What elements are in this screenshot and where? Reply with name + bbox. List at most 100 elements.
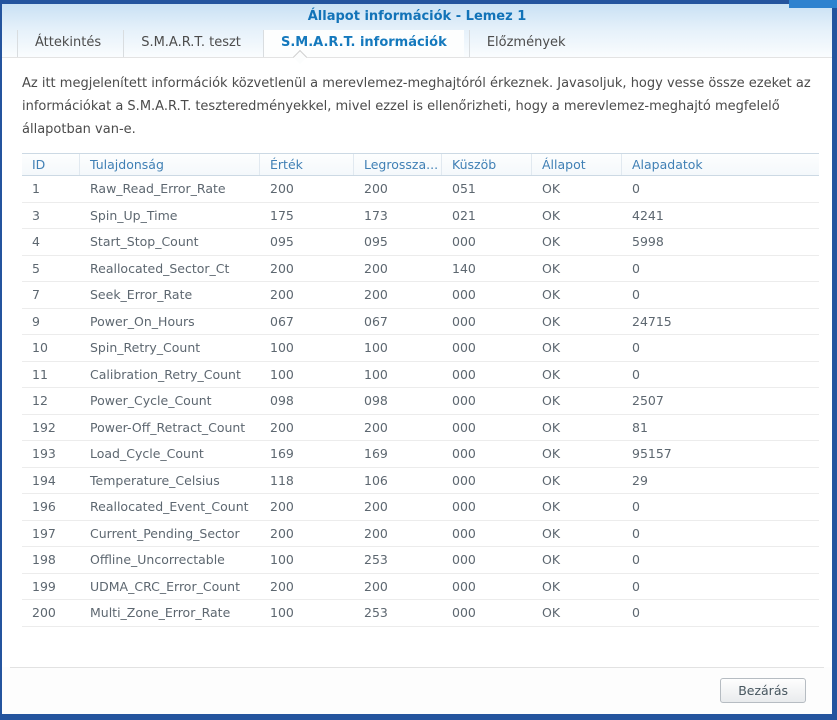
column-header-status[interactable]: Állapot xyxy=(532,154,622,175)
cell-threshold: 000 xyxy=(452,499,476,514)
cell-threshold: 000 xyxy=(452,605,476,620)
cell-attribute: Temperature_Celsius xyxy=(90,472,220,488)
cell-value: 100 xyxy=(270,366,294,382)
corner-accent xyxy=(789,0,837,8)
tab-smart-info[interactable]: S.M.A.R.T. információk xyxy=(262,30,464,57)
tab-smart-test[interactable]: S.M.A.R.T. teszt xyxy=(123,30,258,57)
cell-value: 200 xyxy=(270,287,294,302)
cell-attribute: Load_Cycle_Count xyxy=(90,446,204,461)
cell-status: OK xyxy=(542,260,561,276)
cell-status: OK xyxy=(542,207,561,223)
cell-status: OK xyxy=(542,234,561,249)
column-header-value[interactable]: Érték xyxy=(260,154,354,175)
cell-worst: 169 xyxy=(364,446,388,461)
cell-value: 200 xyxy=(270,181,294,196)
cell-attribute: Offline_Uncorrectable xyxy=(90,552,225,567)
cell-threshold: 000 xyxy=(452,578,476,594)
dialog-header: Állapot információk - Lemez 1 Áttekintés… xyxy=(2,4,832,65)
cell-status: OK xyxy=(542,313,561,329)
cell-worst: 173 xyxy=(364,207,388,223)
cell-id: 3 xyxy=(32,207,40,223)
cell-status: OK xyxy=(542,393,561,408)
cell-value: 100 xyxy=(270,605,294,620)
table-row[interactable]: 5 Reallocated_Sector_Ct 200 200 140 OK 0 xyxy=(22,255,819,282)
table-row[interactable]: 193 Load_Cycle_Count 169 169 000 OK 9515… xyxy=(22,441,819,468)
table-row[interactable]: 194 Temperature_Celsius 118 106 000 OK 2… xyxy=(22,467,819,494)
cell-id: 192 xyxy=(32,419,56,435)
table-row[interactable]: 10 Spin_Retry_Count 100 100 000 OK 0 xyxy=(22,335,819,362)
cell-attribute: Power-Off_Retract_Count xyxy=(90,419,246,435)
cell-worst: 200 xyxy=(364,260,388,276)
cell-value: 118 xyxy=(270,472,294,488)
cell-attribute: Multi_Zone_Error_Rate xyxy=(90,605,231,620)
table-row[interactable]: 199 UDMA_CRC_Error_Count 200 200 000 OK … xyxy=(22,573,819,600)
column-header-attribute[interactable]: Tulajdonság xyxy=(80,154,260,175)
dialog-titlebar: Állapot információk - Lemez 1 xyxy=(2,4,832,30)
cell-rawdata: 81 xyxy=(632,419,648,435)
column-header-worst[interactable]: Legrossza... xyxy=(354,154,442,175)
cell-rawdata: 95157 xyxy=(632,446,672,461)
table-row[interactable]: 197 Current_Pending_Sector 200 200 000 O… xyxy=(22,520,819,547)
dialog-footer: Bezárás xyxy=(2,667,832,714)
table-row[interactable]: 3 Spin_Up_Time 175 173 021 OK 4241 xyxy=(22,202,819,229)
cell-worst: 253 xyxy=(364,552,388,567)
cell-id: 193 xyxy=(32,446,56,461)
cell-id: 5 xyxy=(32,260,40,276)
cell-worst: 095 xyxy=(364,234,388,249)
cell-attribute: Calibration_Retry_Count xyxy=(90,366,241,382)
cell-value: 098 xyxy=(270,393,294,408)
column-header-id[interactable]: ID xyxy=(22,154,80,175)
cell-worst: 200 xyxy=(364,181,388,196)
table-row[interactable]: 7 Seek_Error_Rate 200 200 000 OK 0 xyxy=(22,282,819,309)
close-button[interactable]: Bezárás xyxy=(720,678,806,703)
column-header-rawdata[interactable]: Alapadatok xyxy=(622,154,819,175)
cell-attribute: UDMA_CRC_Error_Count xyxy=(90,578,240,594)
table-row[interactable]: 4 Start_Stop_Count 095 095 000 OK 5998 xyxy=(22,229,819,256)
table-row[interactable]: 196 Reallocated_Event_Count 200 200 000 … xyxy=(22,494,819,521)
cell-threshold: 000 xyxy=(452,340,476,355)
table-row[interactable]: 12 Power_Cycle_Count 098 098 000 OK 2507 xyxy=(22,388,819,415)
cell-id: 197 xyxy=(32,525,56,541)
cell-worst: 098 xyxy=(364,393,388,408)
tab-history[interactable]: Előzmények xyxy=(468,30,583,57)
cell-status: OK xyxy=(542,472,561,488)
table-row[interactable]: 200 Multi_Zone_Error_Rate 100 253 000 OK… xyxy=(22,600,819,627)
cell-rawdata: 0 xyxy=(632,499,640,514)
cell-rawdata: 0 xyxy=(632,260,640,276)
cell-value: 100 xyxy=(270,340,294,355)
cell-rawdata: 0 xyxy=(632,605,640,620)
cell-worst: 067 xyxy=(364,313,388,329)
table-row[interactable]: 9 Power_On_Hours 067 067 000 OK 24715 xyxy=(22,308,819,335)
cell-value: 200 xyxy=(270,419,294,435)
cell-status: OK xyxy=(542,366,561,382)
cell-attribute: Spin_Up_Time xyxy=(90,207,178,223)
cell-rawdata: 24715 xyxy=(632,313,672,329)
cell-worst: 200 xyxy=(364,287,388,302)
smart-info-description: Az itt megjelenített információk közvetl… xyxy=(22,76,811,137)
cell-worst: 253 xyxy=(364,605,388,620)
table-row[interactable]: 198 Offline_Uncorrectable 100 253 000 OK… xyxy=(22,547,819,574)
cell-value: 169 xyxy=(270,446,294,461)
tab-overview[interactable]: Áttekintés xyxy=(17,30,118,57)
cell-threshold: 000 xyxy=(452,525,476,541)
cell-value: 095 xyxy=(270,234,294,249)
cell-threshold: 140 xyxy=(452,260,476,276)
column-header-threshold[interactable]: Küszöb xyxy=(442,154,532,175)
cell-attribute: Start_Stop_Count xyxy=(90,234,199,249)
table-row[interactable]: 192 Power-Off_Retract_Count 200 200 000 … xyxy=(22,414,819,441)
table-row[interactable]: 1 Raw_Read_Error_Rate 200 200 051 OK 0 xyxy=(22,176,819,203)
cell-rawdata: 5998 xyxy=(632,234,664,249)
table-row[interactable]: 11 Calibration_Retry_Count 100 100 000 O… xyxy=(22,361,819,388)
cell-threshold: 000 xyxy=(452,313,476,329)
cell-attribute: Power_On_Hours xyxy=(90,313,195,329)
cell-id: 10 xyxy=(32,340,48,355)
cell-value: 175 xyxy=(270,207,294,223)
cell-status: OK xyxy=(542,446,561,461)
cell-attribute: Raw_Read_Error_Rate xyxy=(90,181,226,196)
cell-threshold: 000 xyxy=(452,419,476,435)
cell-worst: 200 xyxy=(364,499,388,514)
cell-id: 194 xyxy=(32,472,56,488)
cell-rawdata: 4241 xyxy=(632,207,664,223)
cell-status: OK xyxy=(542,578,561,594)
cell-worst: 100 xyxy=(364,340,388,355)
